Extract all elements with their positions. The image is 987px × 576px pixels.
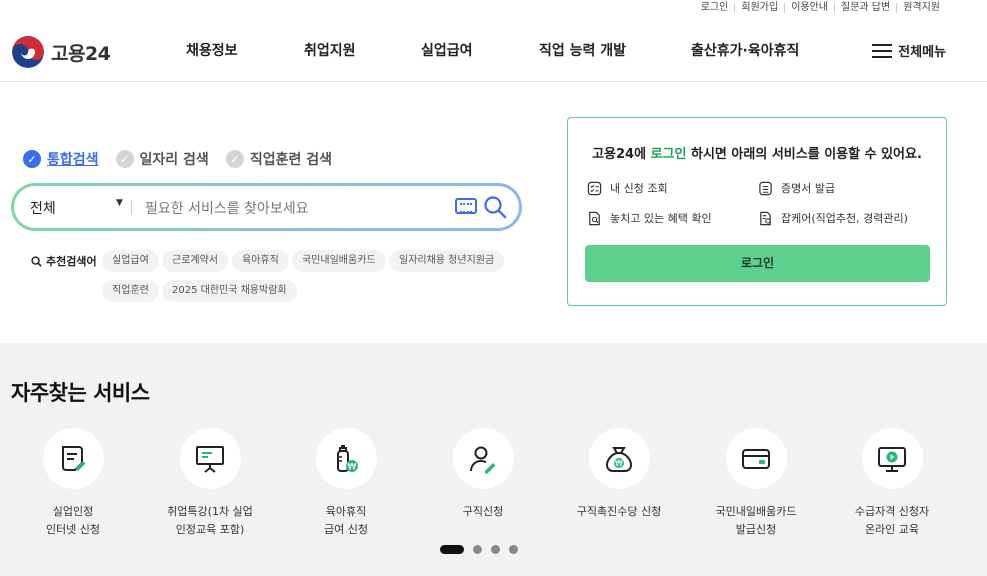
document-gear-icon (760, 211, 771, 225)
util-signup-link[interactable]: 회원가입 (734, 3, 784, 13)
nav-item-vocational-training[interactable]: 직업 능력 개발 (539, 40, 626, 60)
tab-label: 직업훈련 검색 (249, 152, 332, 168)
service-job-promotion-allowance[interactable]: ₩ 구직촉진수당 신청 (549, 428, 689, 521)
pagination-dot[interactable] (491, 545, 500, 554)
recommend-label: 추천검색어 (31, 253, 97, 269)
service-employment-lecture[interactable]: 취업특강(1차 실업 인정교육 포함) (140, 428, 280, 539)
frequent-services-section: 자주찾는 서비스 실업인정 인터넷 신청 취업특강(1차 실업 인정교육 포함)… (0, 343, 987, 576)
title-login-link[interactable]: 로그인 (651, 147, 687, 162)
title-post: 하시면 아래의 서비스를 이용할 수 있어요. (691, 147, 922, 162)
service-label: 국민내일배움카드 발급신청 (715, 505, 797, 536)
search-icon[interactable] (483, 195, 507, 219)
main-header: 고용24 채용정보 취업지원 실업급여 직업 능력 개발 출산휴가·육아휴직 전… (0, 18, 987, 82)
nav-item-parental-leave[interactable]: 출산휴가·육아휴직 (691, 40, 799, 60)
service-label: 실업인정 인터넷 신청 (45, 505, 101, 536)
service-learning-card[interactable]: 국민내일배움카드 발급신청 (686, 428, 826, 539)
service-label: 구직신청 (462, 505, 504, 518)
person-pen-icon (470, 446, 496, 473)
carousel-pagination (440, 545, 527, 554)
service-unemployment-recognition[interactable]: 실업인정 인터넷 신청 (3, 428, 143, 539)
service-label: 취업특강(1차 실업 인정교육 포함) (167, 505, 253, 536)
search-icon (31, 255, 42, 267)
pagination-dot[interactable] (473, 545, 482, 554)
service-parental-leave-benefit[interactable]: ₩ 육아휴직 급여 신청 (276, 428, 416, 539)
service-my-applications[interactable]: 내 신청 조회 (587, 180, 668, 196)
recommend-label-text: 추천검색어 (46, 255, 97, 268)
nav-item-employment-support[interactable]: 취업지원 (304, 40, 356, 60)
svg-text:₩: ₩ (615, 459, 623, 468)
login-promo-box: 고용24에 로그인 하시면 아래의 서비스를 이용할 수 있어요. 내 신청 조… (567, 117, 947, 306)
service-jobcare[interactable]: 잡케어(직업추천, 경력관리) (758, 210, 908, 226)
keyword-chip[interactable]: 직업훈련 (102, 280, 159, 302)
keyword-chip[interactable]: 근로계약서 (162, 250, 228, 272)
keyword-chip[interactable]: 실업급여 (102, 250, 159, 272)
nav-item-unemployment-benefit[interactable]: 실업급여 (421, 40, 473, 60)
tab-integrated-search[interactable]: ✓ 통합검색 (23, 149, 99, 169)
keyword-chip[interactable]: 육아휴직 (232, 250, 289, 272)
presentation-board-icon (196, 445, 224, 473)
keyboard-icon[interactable] (455, 198, 477, 214)
keyword-chip[interactable]: 2025 대한민국 채용박람회 (162, 280, 297, 302)
tab-training-search[interactable]: ✓ 직업훈련 검색 (225, 149, 332, 169)
search-box: 전체 ▼ 필요한 서비스를 찾아보세요 (11, 183, 522, 231)
login-button[interactable]: 로그인 (585, 245, 930, 282)
service-missed-benefits[interactable]: 놓치고 있는 혜택 확인 (587, 210, 712, 226)
pagination-dot[interactable] (440, 545, 464, 554)
service-label: 육아휴직 급여 신청 (324, 505, 368, 536)
printer-icon (759, 181, 772, 195)
document-search-icon (589, 211, 600, 225)
check-circle-icon: ✓ (225, 150, 244, 168)
search-tabs: ✓ 통합검색 ✓ 일자리 검색 ✓ 직업훈련 검색 (23, 149, 349, 169)
all-menu-button[interactable]: 전체메뉴 (872, 41, 946, 60)
check-circle-icon: ✓ (23, 150, 41, 168)
divider (131, 200, 132, 215)
credit-card-icon (742, 448, 770, 469)
baby-bottle-won-icon: ₩ (337, 444, 358, 472)
nav-item-jobs[interactable]: 채용정보 (186, 40, 238, 60)
check-circle-icon: ✓ (115, 150, 134, 168)
service-label: 수급자격 신청자 온라인 교육 (854, 505, 930, 536)
main-nav: 채용정보 취업지원 실업급여 직업 능력 개발 출산휴가·육아휴직 (0, 18, 987, 82)
search-input[interactable]: 필요한 서비스를 찾아보세요 (145, 198, 308, 218)
search-box-inner: 전체 ▼ 필요한 서비스를 찾아보세요 (14, 186, 519, 228)
util-qna-link[interactable]: 질문과 답변 (834, 3, 896, 13)
service-job-application[interactable]: 구직신청 (413, 428, 553, 521)
service-label: 구직촉진수당 신청 (576, 505, 662, 518)
login-promo-title: 고용24에 로그인 하시면 아래의 서비스를 이용할 수 있어요. (568, 143, 946, 162)
search-category-select[interactable]: 전체 (30, 198, 56, 218)
pagination-dot[interactable] (509, 545, 518, 554)
keyword-chip[interactable]: 일자리채용 청년지원금 (389, 250, 505, 272)
monitor-play-icon (878, 446, 906, 472)
document-pen-icon (62, 445, 86, 471)
checklist-icon (587, 181, 602, 195)
keyword-chip[interactable]: 국민내일배움카드 (292, 250, 386, 272)
section-title: 자주찾는 서비스 (11, 381, 150, 405)
svg-text:₩: ₩ (348, 462, 357, 472)
tab-label: 통합검색 (47, 152, 99, 168)
util-login-link[interactable]: 로그인 (695, 3, 735, 13)
title-pre: 고용24에 (592, 147, 647, 162)
tab-job-search[interactable]: ✓ 일자리 검색 (115, 149, 209, 169)
tab-label: 일자리 검색 (139, 152, 209, 168)
service-certificate[interactable]: 증명서 발급 (758, 180, 835, 196)
all-menu-label: 전체메뉴 (898, 45, 946, 60)
money-bag-won-icon: ₩ (605, 446, 633, 472)
util-guide-link[interactable]: 이용안내 (784, 3, 834, 13)
service-online-education[interactable]: 수급자격 신청자 온라인 교육 (822, 428, 962, 539)
hamburger-icon (872, 43, 893, 58)
utility-links: 로그인 회원가입 이용안내 질문과 답변 원격지원 (695, 0, 946, 16)
util-remote-link[interactable]: 원격지원 (896, 3, 946, 13)
caret-down-icon[interactable]: ▼ (116, 198, 123, 208)
